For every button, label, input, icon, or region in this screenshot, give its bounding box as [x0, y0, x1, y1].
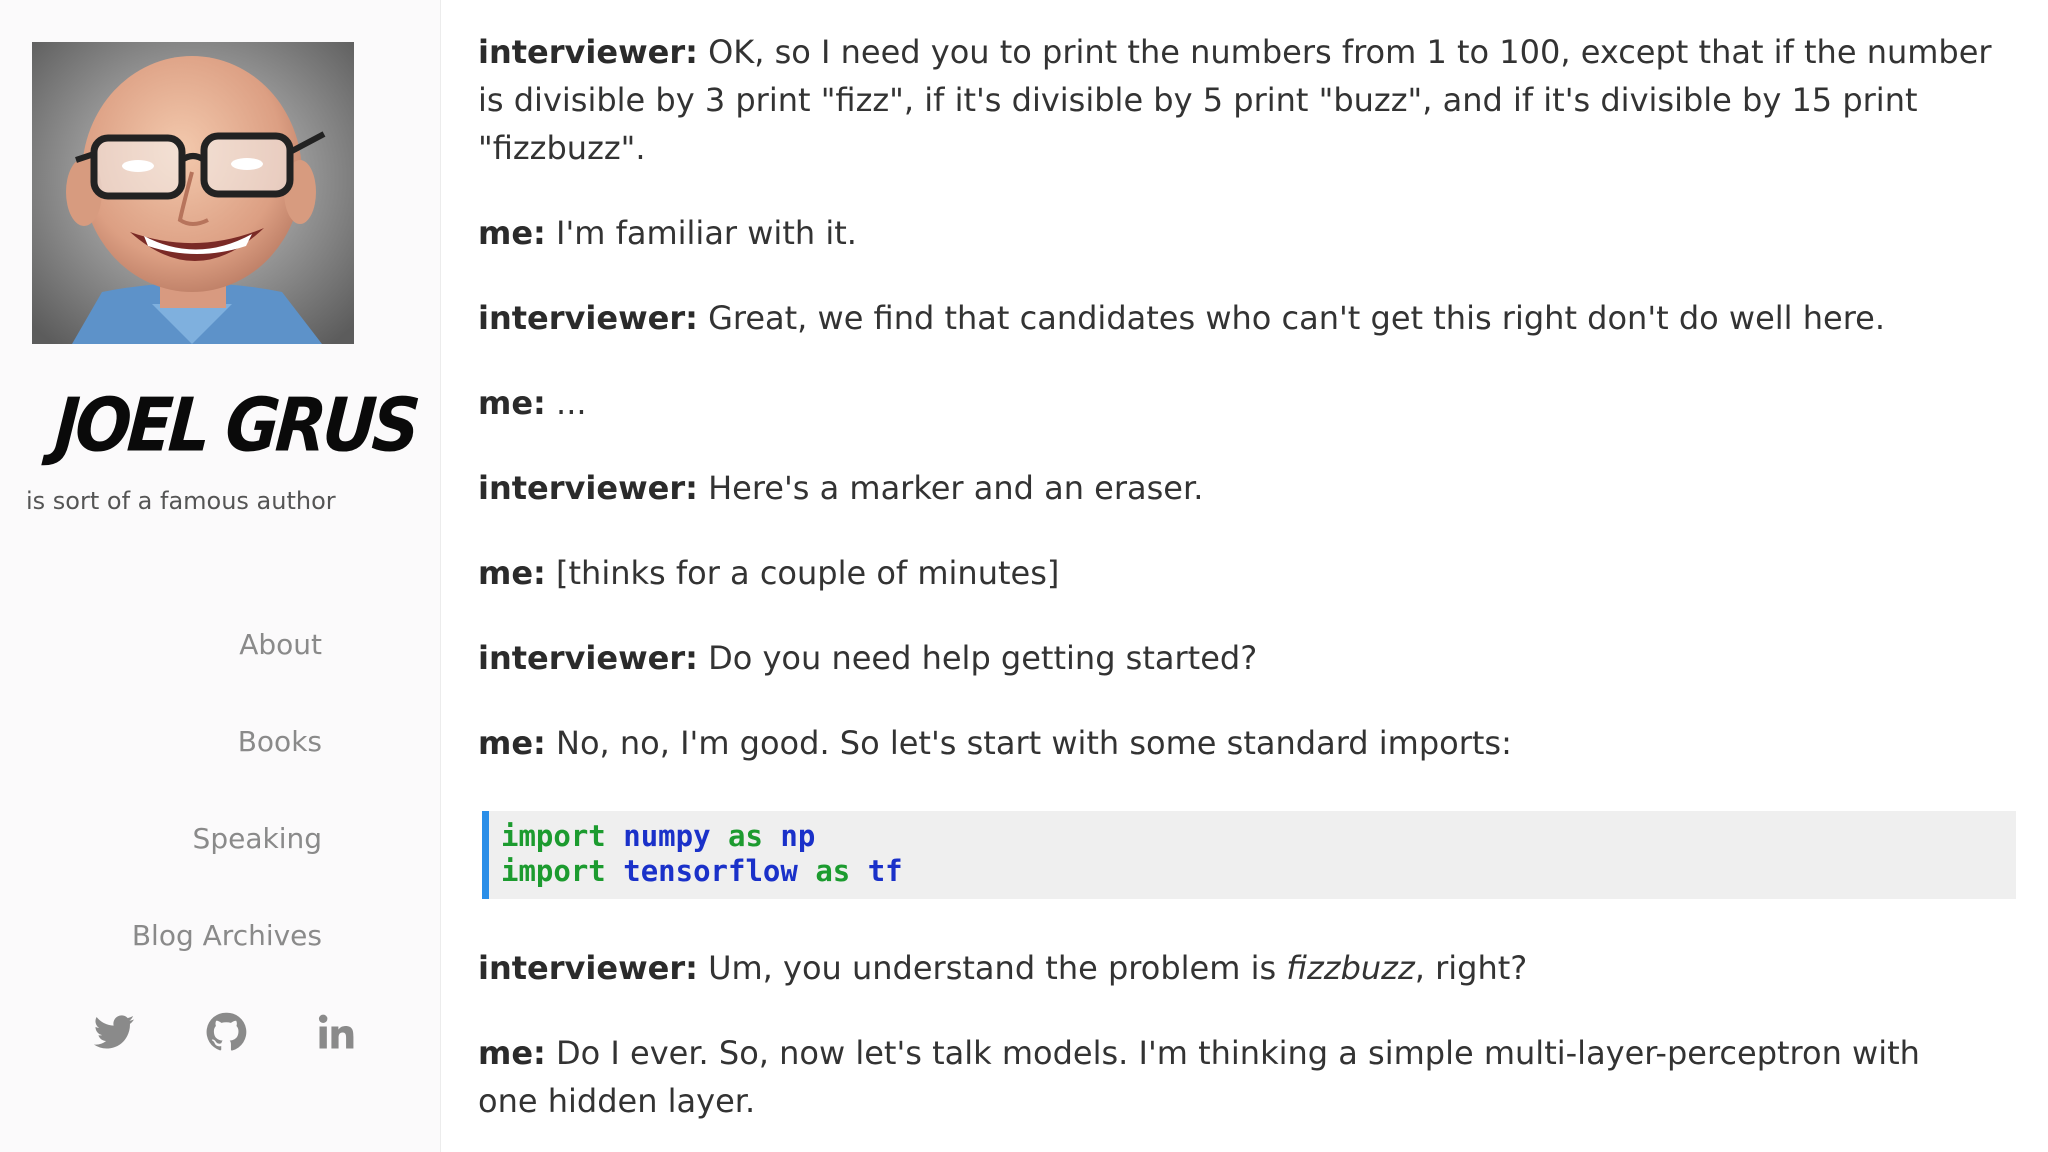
dialogue-line: is divisible by 3 print "fizz", if it's … [478, 76, 1918, 124]
dialogue-line: interviewer: OK, so I need you to print … [478, 28, 1992, 76]
dialogue-line: me: I'm familiar with it. [478, 209, 857, 257]
speaker-label: interviewer: [478, 639, 698, 677]
dialogue-text: OK, so I need you to print the numbers f… [708, 33, 1992, 71]
nav-books[interactable]: Books [238, 725, 322, 758]
dialogue-line: interviewer: Here's a marker and an eras… [478, 464, 1203, 512]
dialogue-text: [thinks for a couple of minutes] [556, 554, 1060, 592]
code-module: numpy [623, 819, 711, 853]
code-alias: tf [867, 854, 903, 888]
code-block: import numpy as np import tensorflow as … [482, 811, 2016, 899]
code-keyword: import [501, 819, 606, 853]
sidebar: JOEL GRUS is sort of a famous author Abo… [0, 0, 441, 1152]
linkedin-icon[interactable] [314, 1010, 358, 1054]
dialogue-text: Great, we find that candidates who can't… [708, 299, 1885, 337]
dialogue-line: interviewer: Do you need help getting st… [478, 634, 1257, 682]
twitter-icon[interactable] [92, 1010, 136, 1054]
dialogue-line: one hidden layer. [478, 1077, 755, 1125]
code-keyword: import [501, 854, 606, 888]
speaker-label: interviewer: [478, 469, 698, 507]
speaker-label: interviewer: [478, 33, 698, 71]
speaker-label: interviewer: [478, 949, 698, 987]
speaker-label: interviewer: [478, 299, 698, 337]
emphasis-text: fizzbuzz [1286, 949, 1415, 987]
dialogue-text: I'm familiar with it. [556, 214, 857, 252]
author-photo [32, 42, 354, 344]
tagline: is sort of a famous author [26, 487, 336, 515]
dialogue-text: ... [556, 384, 587, 422]
nav-about[interactable]: About [239, 628, 322, 661]
dialogue-line: me: [thinks for a couple of minutes] [478, 549, 1059, 597]
dialogue-text: Do you need help getting started? [708, 639, 1258, 677]
dialogue-line: interviewer: Um, you understand the prob… [478, 944, 1527, 992]
page: JOEL GRUS is sort of a famous author Abo… [0, 0, 2048, 1152]
code-alias: np [780, 819, 816, 853]
dialogue-text: "fizzbuzz". [478, 129, 646, 167]
dialogue-line: interviewer: Great, we find that candida… [478, 294, 1885, 342]
code-keyword: as [815, 854, 851, 888]
dialogue-line: me: No, no, I'm good. So let's start wit… [478, 719, 1512, 767]
dialogue-text: one hidden layer. [478, 1082, 756, 1120]
speaker-label: me: [478, 1034, 546, 1072]
nav-speaking[interactable]: Speaking [193, 822, 322, 855]
dialogue-text: , right? [1414, 949, 1528, 987]
dialogue-text: Um, you understand the problem is [708, 949, 1287, 987]
code-module: tensorflow [623, 854, 798, 888]
nav-blog-archives[interactable]: Blog Archives [132, 919, 322, 952]
github-icon[interactable] [204, 1010, 248, 1054]
avatar [32, 42, 354, 344]
dialogue-line: me: ... [478, 379, 587, 427]
speaker-label: me: [478, 384, 546, 422]
dialogue-text: Here's a marker and an eraser. [708, 469, 1204, 507]
dialogue-line: me: Do I ever. So, now let's talk models… [478, 1029, 1920, 1077]
speaker-label: me: [478, 724, 546, 762]
code-keyword: as [728, 819, 763, 853]
dialogue-text: No, no, I'm good. So let's start with so… [556, 724, 1512, 762]
speaker-label: me: [478, 214, 546, 252]
dialogue-line: "fizzbuzz". [478, 124, 646, 172]
site-title[interactable]: JOEL GRUS [52, 382, 419, 468]
speaker-label: me: [478, 554, 546, 592]
dialogue-text: is divisible by 3 print "fizz", if it's … [478, 81, 1918, 119]
dialogue-text: Do I ever. So, now let's talk models. I'… [556, 1034, 1920, 1072]
